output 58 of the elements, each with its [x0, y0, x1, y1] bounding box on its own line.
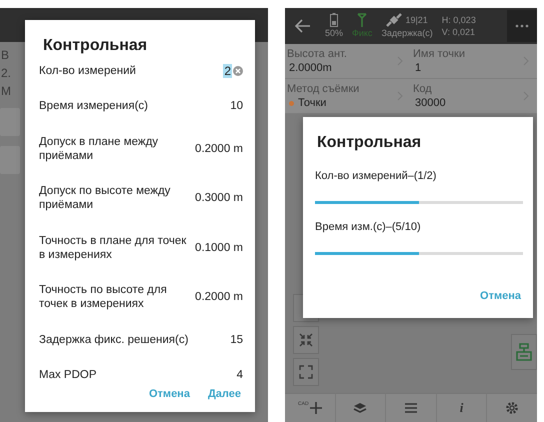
info-label: Имя точки — [413, 47, 465, 61]
map-button[interactable] — [293, 326, 319, 354]
info-value: 30000 — [415, 96, 446, 110]
dialog-title: Контрольная — [316, 133, 422, 153]
menu-button[interactable] — [507, 10, 537, 42]
field-label: Max PDOP — [39, 368, 98, 382]
receiver-icon — [516, 343, 532, 361]
fix-status: Фикс — [352, 28, 372, 39]
crosshair-icon — [310, 402, 322, 414]
field-label: Точность в плане для точек в измерениях — [39, 234, 188, 262]
survey-button[interactable] — [511, 334, 537, 370]
toolbar-button[interactable]: i — [436, 394, 488, 422]
field-value: 15 — [230, 332, 243, 347]
delay-label: Задержка(c) — [381, 28, 433, 39]
info-value: Точки — [298, 96, 326, 110]
info-label: Высота ант. — [287, 47, 347, 61]
field-value: 10 — [230, 99, 243, 114]
battery-level: 50% — [325, 28, 344, 39]
background-text: В — [1, 48, 10, 62]
clear-icon[interactable] — [233, 66, 243, 76]
satellite-count: 19|21 — [405, 14, 428, 26]
field-label: Допуск в плане между приёмами — [39, 134, 160, 163]
menu-icon — [404, 402, 418, 414]
field-value: 0.1000 m — [195, 240, 243, 255]
dialog-title: Контрольная — [42, 36, 148, 56]
background-text: 2. — [1, 66, 12, 80]
info-label: Метод съёмки — [287, 82, 360, 96]
collapse-icon — [299, 333, 313, 347]
info-value: 1 — [415, 61, 422, 75]
field-value: 0.2000 m — [195, 142, 243, 156]
input-field[interactable]: 2 — [223, 64, 243, 78]
dialog-button[interactable]: Отмена — [478, 288, 523, 304]
back-arrow-icon[interactable] — [295, 19, 311, 33]
info-value: 2.0000m — [289, 61, 332, 75]
field-value: 0.3000 m — [195, 191, 243, 206]
background-text: М — [1, 84, 11, 98]
satellite-icon — [386, 13, 402, 27]
field-label: Время измерения(c) — [39, 99, 149, 114]
field-label: Допуск по высоте между приёмами — [39, 184, 172, 212]
field-label: Задержка фикс. решения(c) — [39, 332, 190, 347]
progress-label: Кол-во измерений–(1/2) — [315, 169, 438, 183]
v-precision: V: 0,021 — [442, 26, 475, 38]
field-value: 4 — [236, 368, 243, 382]
field-label: Точность по высоте для точек в измерениях — [39, 283, 168, 312]
progress-label: Время изм.(c)–(5/10) — [315, 220, 422, 234]
more-icon — [515, 24, 529, 28]
layers-icon — [353, 402, 368, 414]
field-value: 0.2000 m — [195, 290, 243, 304]
antenna-icon — [357, 13, 368, 27]
battery-icon — [330, 13, 338, 27]
h-precision: H: 0,023 — [442, 14, 476, 26]
map-button[interactable] — [293, 358, 319, 386]
dialog-button[interactable]: Отмена — [146, 386, 192, 402]
info-label: Код — [413, 82, 433, 96]
settings-icon — [505, 401, 520, 415]
dialog-button[interactable]: Далее — [206, 386, 243, 402]
fullscreen-icon — [299, 365, 313, 379]
field-label: Кол-во измерений — [39, 64, 137, 78]
